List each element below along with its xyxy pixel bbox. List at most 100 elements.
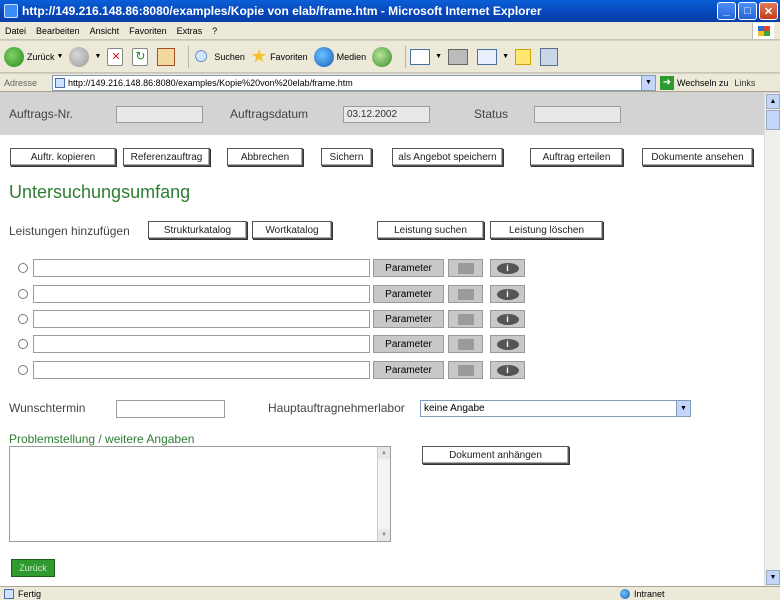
- folder-button[interactable]: [448, 335, 483, 353]
- address-bar: Adresse http://149.216.148.86:8080/examp…: [0, 74, 780, 92]
- service-radio[interactable]: [18, 289, 28, 299]
- search-label: Suchen: [214, 51, 245, 62]
- service-radio[interactable]: [18, 339, 28, 349]
- parameter-button[interactable]: Parameter: [373, 335, 444, 353]
- save-as-offer-button[interactable]: als Angebot speichern: [392, 148, 503, 166]
- info-icon: i: [496, 288, 519, 300]
- refresh-icon: [132, 47, 149, 66]
- order-no-field[interactable]: [116, 106, 203, 123]
- forward-button[interactable]: ▼: [69, 46, 101, 67]
- scroll-down-icon[interactable]: ▼: [766, 570, 780, 585]
- ie-icon: [4, 4, 18, 18]
- parameter-button[interactable]: Parameter: [373, 361, 444, 379]
- search-button[interactable]: Suchen: [193, 47, 245, 66]
- parameter-button[interactable]: Parameter: [373, 259, 444, 277]
- title-bar: http://149.216.148.86:8080/examples/Kopi…: [0, 0, 780, 22]
- address-dropdown-icon[interactable]: ▼: [641, 75, 655, 90]
- page-scrollbar[interactable]: ▲ ▼: [764, 93, 780, 586]
- scroll-down-icon[interactable]: ▼: [378, 529, 390, 541]
- problem-textarea[interactable]: ▲ ▼: [9, 446, 391, 542]
- favorites-button[interactable]: ★ Favoriten: [251, 46, 308, 67]
- main-contractor-label: Hauptauftragnehmerlabor: [268, 401, 405, 415]
- media-button[interactable]: Medien: [313, 46, 367, 67]
- star-icon: ★: [250, 46, 268, 66]
- minimize-button[interactable]: _: [717, 2, 736, 20]
- service-radio[interactable]: [18, 365, 28, 375]
- edit-button[interactable]: ▼: [477, 48, 509, 65]
- folder-icon: [457, 313, 474, 325]
- main-contractor-select[interactable]: keine Angabe ▼: [420, 400, 691, 417]
- reference-order-button[interactable]: Referenzauftrag: [123, 148, 210, 166]
- go-button[interactable]: ➜ Wechseln zu: [660, 75, 728, 90]
- structure-catalog-button[interactable]: Strukturkatalog: [148, 221, 247, 239]
- menu-view[interactable]: Ansicht: [85, 26, 125, 36]
- menu-tools[interactable]: Extras: [172, 26, 208, 36]
- discuss-button[interactable]: [515, 48, 534, 65]
- folder-button[interactable]: [448, 310, 483, 328]
- refresh-button[interactable]: [132, 47, 151, 66]
- place-order-button[interactable]: Auftrag erteilen: [530, 148, 623, 166]
- back-nav-button[interactable]: Zurück: [11, 559, 55, 577]
- folder-icon: [457, 262, 474, 274]
- scroll-up-icon[interactable]: ▲: [378, 447, 390, 459]
- info-button[interactable]: i: [490, 310, 525, 328]
- links-button[interactable]: Links: [734, 78, 755, 88]
- scroll-thumb[interactable]: [766, 110, 780, 130]
- menu-edit[interactable]: Bearbeiten: [31, 26, 85, 36]
- edit-dropdown-icon[interactable]: ▼: [502, 53, 509, 60]
- mail-button[interactable]: ▼: [410, 48, 442, 65]
- textarea-scrollbar[interactable]: ▲ ▼: [377, 447, 390, 541]
- folder-button[interactable]: [448, 259, 483, 277]
- messenger-button[interactable]: [540, 47, 561, 66]
- order-date-field[interactable]: 03.12.2002: [343, 106, 430, 123]
- service-radio[interactable]: [18, 314, 28, 324]
- info-button[interactable]: i: [490, 259, 525, 277]
- cancel-button[interactable]: Abbrechen: [227, 148, 303, 166]
- service-input[interactable]: [33, 259, 370, 277]
- forward-dropdown-icon[interactable]: ▼: [94, 53, 101, 60]
- info-button[interactable]: i: [490, 361, 525, 379]
- word-catalog-button[interactable]: Wortkatalog: [252, 221, 332, 239]
- info-button[interactable]: i: [490, 285, 525, 303]
- status-field[interactable]: [534, 106, 621, 123]
- menu-file[interactable]: Datei: [0, 26, 31, 36]
- save-button[interactable]: Sichern: [321, 148, 372, 166]
- mail-dropdown-icon[interactable]: ▼: [435, 53, 442, 60]
- search-service-button[interactable]: Leistung suchen: [377, 221, 484, 239]
- info-icon: i: [496, 313, 519, 325]
- folder-button[interactable]: [448, 361, 483, 379]
- print-button[interactable]: [448, 48, 471, 65]
- toolbar-separator: [188, 45, 190, 68]
- globe-icon: [620, 588, 630, 599]
- parameter-button[interactable]: Parameter: [373, 310, 444, 328]
- service-input[interactable]: [33, 361, 370, 379]
- desired-date-input[interactable]: [116, 400, 225, 418]
- page-content: Auftrags-Nr. Auftragsdatum 03.12.2002 St…: [0, 93, 764, 586]
- service-radio[interactable]: [18, 263, 28, 273]
- chevron-down-icon[interactable]: ▼: [676, 401, 690, 416]
- history-button[interactable]: [372, 46, 395, 67]
- media-icon: [313, 46, 334, 67]
- copy-order-button[interactable]: Auftr. kopieren: [10, 148, 116, 166]
- view-documents-button[interactable]: Dokumente ansehen: [642, 148, 753, 166]
- info-button[interactable]: i: [490, 335, 525, 353]
- folder-button[interactable]: [448, 285, 483, 303]
- delete-service-button[interactable]: Leistung löschen: [490, 221, 603, 239]
- media-label: Medien: [336, 51, 367, 62]
- back-button[interactable]: Zurück ▼: [4, 46, 64, 67]
- maximize-button[interactable]: □: [738, 2, 757, 20]
- service-input[interactable]: [33, 285, 370, 303]
- close-button[interactable]: ✕: [759, 2, 778, 20]
- home-button[interactable]: [157, 47, 178, 66]
- service-input[interactable]: [33, 335, 370, 353]
- scroll-up-icon[interactable]: ▲: [766, 94, 780, 109]
- home-icon: [157, 47, 176, 66]
- back-dropdown-icon[interactable]: ▼: [57, 53, 64, 60]
- parameter-button[interactable]: Parameter: [373, 285, 444, 303]
- service-input[interactable]: [33, 310, 370, 328]
- stop-button[interactable]: [107, 47, 126, 66]
- attach-document-button[interactable]: Dokument anhängen: [422, 446, 569, 464]
- menu-favorites[interactable]: Favoriten: [124, 26, 172, 36]
- address-input[interactable]: http://149.216.148.86:8080/examples/Kopi…: [52, 74, 656, 91]
- menu-help[interactable]: ?: [207, 26, 222, 36]
